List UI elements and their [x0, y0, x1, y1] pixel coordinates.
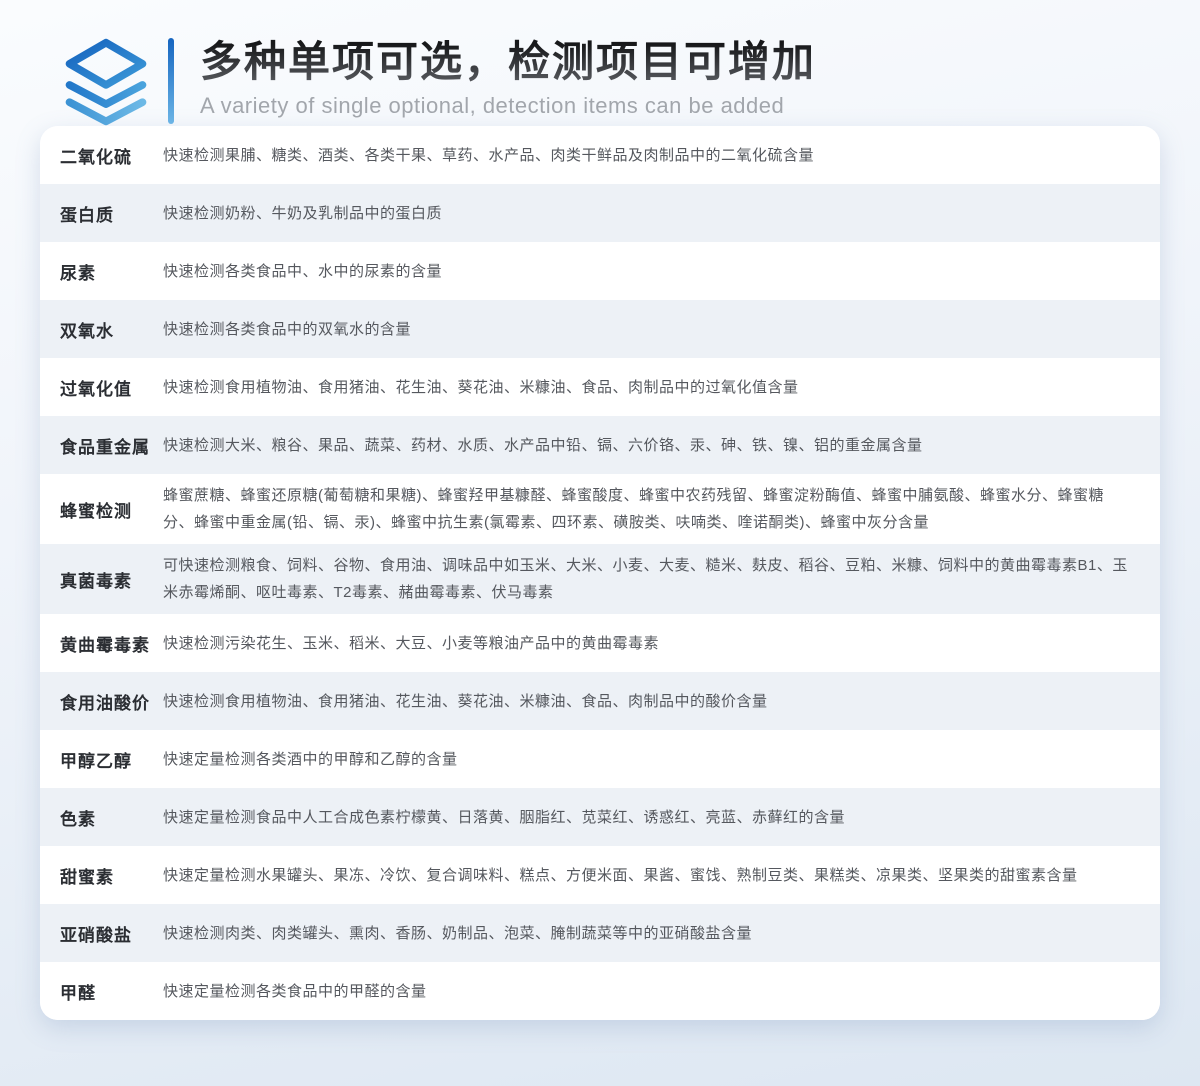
item-description: 快速检测大米、粮谷、果品、蔬菜、药材、水质、水产品中铅、镉、六价铬、汞、砷、铁、…	[163, 432, 1160, 459]
item-row: 亚硝酸盐快速检测肉类、肉类罐头、熏肉、香肠、奶制品、泡菜、腌制蔬菜等中的亚硝酸盐…	[40, 904, 1160, 962]
item-row: 真菌毒素可快速检测粮食、饲料、谷物、食用油、调味品中如玉米、大米、小麦、大麦、糙…	[40, 544, 1160, 614]
item-label: 尿素	[40, 259, 163, 284]
item-label: 甲醇乙醇	[40, 747, 163, 772]
item-row: 甜蜜素快速定量检测水果罐头、果冻、冷饮、复合调味料、糕点、方便米面、果酱、蜜饯、…	[40, 846, 1160, 904]
item-label: 双氧水	[40, 317, 163, 342]
item-label: 亚硝酸盐	[40, 921, 163, 946]
title-divider-bar	[168, 38, 174, 124]
item-row: 黄曲霉毒素快速检测污染花生、玉米、稻米、大豆、小麦等粮油产品中的黄曲霉毒素	[40, 614, 1160, 672]
item-row: 蜂蜜检测蜂蜜蔗糖、蜂蜜还原糖(葡萄糖和果糖)、蜂蜜羟甲基糠醛、蜂蜜酸度、蜂蜜中农…	[40, 474, 1160, 544]
item-row: 食品重金属快速检测大米、粮谷、果品、蔬菜、药材、水质、水产品中铅、镉、六价铬、汞…	[40, 416, 1160, 474]
item-row: 过氧化值快速检测食用植物油、食用猪油、花生油、葵花油、米糠油、食品、肉制品中的过…	[40, 358, 1160, 416]
items-list: 二氧化硫快速检测果脯、糖类、酒类、各类干果、草药、水产品、肉类干鲜品及肉制品中的…	[40, 126, 1160, 1020]
item-description: 快速检测污染花生、玉米、稻米、大豆、小麦等粮油产品中的黄曲霉毒素	[163, 630, 1160, 657]
page-title: 多种单项可选，检测项目可增加	[200, 36, 816, 89]
item-description: 蜂蜜蔗糖、蜂蜜还原糖(葡萄糖和果糖)、蜂蜜羟甲基糠醛、蜂蜜酸度、蜂蜜中农药残留、…	[163, 482, 1160, 536]
item-row: 二氧化硫快速检测果脯、糖类、酒类、各类干果、草药、水产品、肉类干鲜品及肉制品中的…	[40, 126, 1160, 184]
item-row: 色素快速定量检测食品中人工合成色素柠檬黄、日落黄、胭脂红、苋菜红、诱惑红、亮蓝、…	[40, 788, 1160, 846]
item-row: 蛋白质快速检测奶粉、牛奶及乳制品中的蛋白质	[40, 184, 1160, 242]
item-label: 色素	[40, 805, 163, 830]
item-description: 快速检测各类食品中、水中的尿素的含量	[163, 258, 1160, 285]
item-label: 甜蜜素	[40, 863, 163, 888]
item-row: 甲醛快速定量检测各类食品中的甲醛的含量	[40, 962, 1160, 1020]
item-row: 甲醇乙醇快速定量检测各类酒中的甲醇和乙醇的含量	[40, 730, 1160, 788]
item-description: 快速检测肉类、肉类罐头、熏肉、香肠、奶制品、泡菜、腌制蔬菜等中的亚硝酸盐含量	[163, 920, 1160, 947]
item-description: 快速定量检测各类酒中的甲醇和乙醇的含量	[163, 746, 1160, 773]
item-label: 食用油酸价	[40, 689, 163, 714]
page-header: 多种单项可选，检测项目可增加 A variety of single optio…	[0, 0, 1200, 110]
item-label: 黄曲霉毒素	[40, 631, 163, 656]
item-label: 二氧化硫	[40, 143, 163, 168]
item-label: 蛋白质	[40, 201, 163, 226]
item-description: 快速检测各类食品中的双氧水的含量	[163, 316, 1160, 343]
item-description: 快速检测果脯、糖类、酒类、各类干果、草药、水产品、肉类干鲜品及肉制品中的二氧化硫…	[163, 142, 1160, 169]
item-label: 食品重金属	[40, 433, 163, 458]
item-description: 可快速检测粮食、饲料、谷物、食用油、调味品中如玉米、大米、小麦、大麦、糙米、麸皮…	[163, 552, 1160, 606]
item-label: 真菌毒素	[40, 567, 163, 592]
item-label: 过氧化值	[40, 375, 163, 400]
item-row: 双氧水快速检测各类食品中的双氧水的含量	[40, 300, 1160, 358]
title-block: 多种单项可选，检测项目可增加 A variety of single optio…	[200, 36, 816, 110]
item-description: 快速检测食用植物油、食用猪油、花生油、葵花油、米糠油、食品、肉制品中的酸价含量	[163, 688, 1160, 715]
item-description: 快速定量检测各类食品中的甲醛的含量	[163, 978, 1160, 1005]
item-label: 甲醛	[40, 979, 163, 1004]
page-subtitle: A variety of single optional, detection …	[200, 93, 816, 119]
item-label: 蜂蜜检测	[40, 497, 163, 522]
detection-items-card: 二氧化硫快速检测果脯、糖类、酒类、各类干果、草药、水产品、肉类干鲜品及肉制品中的…	[40, 126, 1160, 1020]
item-description: 快速检测食用植物油、食用猪油、花生油、葵花油、米糠油、食品、肉制品中的过氧化值含…	[163, 374, 1160, 401]
stacked-layers-icon	[58, 38, 154, 128]
item-description: 快速检测奶粉、牛奶及乳制品中的蛋白质	[163, 200, 1160, 227]
item-description: 快速定量检测食品中人工合成色素柠檬黄、日落黄、胭脂红、苋菜红、诱惑红、亮蓝、赤藓…	[163, 804, 1160, 831]
item-row: 尿素快速检测各类食品中、水中的尿素的含量	[40, 242, 1160, 300]
item-description: 快速定量检测水果罐头、果冻、冷饮、复合调味料、糕点、方便米面、果酱、蜜饯、熟制豆…	[163, 862, 1160, 889]
item-row: 食用油酸价快速检测食用植物油、食用猪油、花生油、葵花油、米糠油、食品、肉制品中的…	[40, 672, 1160, 730]
